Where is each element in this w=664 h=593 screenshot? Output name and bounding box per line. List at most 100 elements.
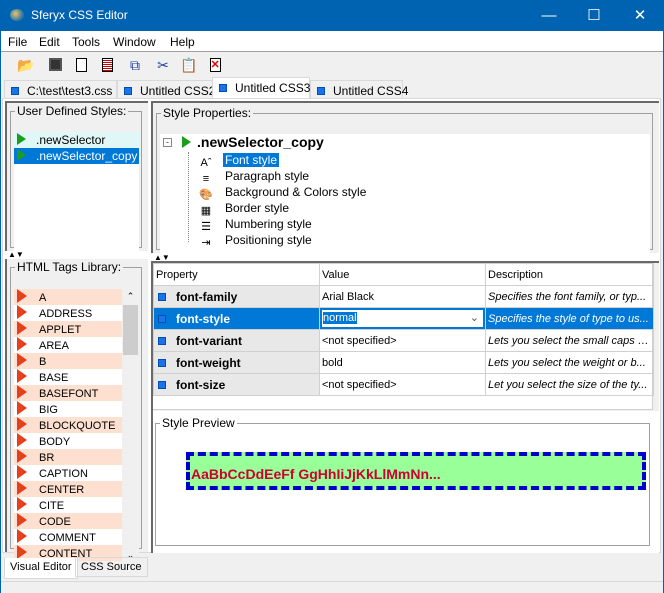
value-cell[interactable]: bold	[319, 351, 486, 374]
tag-label: CITE	[39, 500, 65, 512]
tree-root[interactable]: .newSelector_copy	[179, 134, 324, 150]
tag-arrow-icon	[17, 289, 27, 303]
tag-item[interactable]: ADDRESS	[14, 305, 122, 321]
copy-icon[interactable]: ⧉	[125, 55, 145, 75]
document-lines-icon[interactable]	[97, 55, 117, 75]
tag-item[interactable]: BIG	[14, 401, 122, 417]
toolbar: 📂 ⧉ ✂ 📋 ✕	[1, 52, 663, 77]
tree-item-label: Font style	[223, 153, 280, 167]
value-dropdown[interactable]: normal ⌄	[321, 309, 484, 328]
menu-file[interactable]: File	[8, 35, 27, 49]
tree-item[interactable]: ≡ Paragraph style	[197, 168, 368, 185]
title-bar: Sferyx CSS Editor — ☐ ✕	[0, 0, 664, 31]
property-cell[interactable]: font-variant	[153, 329, 320, 352]
open-folder-icon[interactable]: 📂	[16, 55, 36, 75]
maximize-button[interactable]: ☐	[571, 0, 617, 31]
tag-item[interactable]: CAPTION	[14, 465, 122, 481]
property-cell[interactable]: font-style	[153, 307, 320, 330]
menu-window[interactable]: Window	[113, 35, 156, 49]
collapse-icon[interactable]: -	[163, 138, 172, 147]
new-document-icon[interactable]	[71, 55, 91, 75]
tree-item[interactable]: Aˆ Font style	[197, 152, 368, 169]
properties-table-wrap: Property Value Description font-family Ar…	[153, 263, 654, 410]
tag-item[interactable]: BLOCKQUOTE	[14, 417, 122, 433]
property-cell[interactable]: font-weight	[153, 351, 320, 374]
tag-arrow-icon	[17, 337, 27, 351]
menu-bar: File Edit Tools Window Help	[1, 31, 663, 52]
description-cell: Lets you select the weight or b...	[485, 351, 654, 374]
table-row[interactable]: font-weight bold Lets you select the weigh…	[153, 351, 654, 374]
menu-edit[interactable]: Edit	[39, 35, 60, 49]
table-row[interactable]: font-size <not specified> Let you select t…	[153, 373, 654, 396]
close-button[interactable]: ✕	[617, 0, 663, 31]
delete-document-icon[interactable]: ✕	[205, 55, 225, 75]
group-title: HTML Tags Library:	[17, 260, 122, 274]
property-cell[interactable]: font-size	[153, 373, 320, 396]
scroll-thumb[interactable]	[123, 305, 138, 355]
tag-arrow-icon	[17, 529, 27, 543]
tab-untitled-css3[interactable]: Untitled CSS3	[212, 77, 310, 99]
tree-item[interactable]: ▦ Border style	[197, 200, 368, 217]
tag-item[interactable]: CENTER	[14, 481, 122, 497]
tag-item[interactable]: B	[14, 353, 122, 369]
paste-icon[interactable]: 📋	[179, 55, 199, 75]
style-item[interactable]: .newSelector	[14, 132, 139, 148]
app-logo-icon	[10, 9, 24, 21]
minimize-button[interactable]: —	[526, 0, 572, 31]
tree-item[interactable]: ⇥ Positioning style	[197, 232, 368, 249]
tag-arrow-icon	[17, 353, 27, 367]
tab-visual-editor[interactable]: Visual Editor	[4, 558, 78, 579]
tag-label: CODE	[39, 516, 71, 528]
tab-untitled-css2[interactable]: Untitled CSS2	[117, 80, 215, 99]
tab-css-source[interactable]: CSS Source	[75, 557, 148, 577]
tag-item[interactable]: BASEFONT	[14, 385, 122, 401]
tree-item[interactable]: ☰ Numbering style	[197, 216, 368, 233]
tag-item[interactable]: AREA	[14, 337, 122, 353]
tab-label: Untitled CSS3	[235, 81, 311, 95]
tag-label: CENTER	[39, 484, 85, 496]
group-title: User Defined Styles:	[17, 104, 127, 118]
play-icon	[17, 133, 26, 145]
tag-item[interactable]: A	[14, 289, 122, 305]
value-cell[interactable]: <not specified>	[319, 373, 486, 396]
tags-scrollbar[interactable]: ⌃ ⌄	[122, 289, 139, 561]
value-cell[interactable]: Arial Black	[319, 285, 486, 308]
column-header-description[interactable]: Description	[485, 263, 654, 286]
tree-item[interactable]: 🎨 Background & Colors style	[197, 184, 368, 201]
tree-item-label: Border style	[225, 201, 290, 215]
tab-label: C:\test\test3.css	[27, 84, 113, 98]
group-title: Style Preview	[162, 416, 235, 430]
cut-icon[interactable]: ✂	[153, 55, 173, 75]
play-icon	[182, 136, 191, 148]
property-icon	[158, 314, 166, 323]
window-title: Sferyx CSS Editor	[31, 8, 128, 22]
value-cell[interactable]: <not specified>	[319, 329, 486, 352]
property-cell[interactable]: font-family	[153, 285, 320, 308]
splitter-arrows[interactable]: ▲▼	[8, 251, 24, 259]
tag-item[interactable]: CITE	[14, 497, 122, 513]
tag-arrow-icon	[17, 417, 27, 431]
tag-item[interactable]: BODY	[14, 433, 122, 449]
tag-item[interactable]: BASE	[14, 369, 122, 385]
chevron-down-icon[interactable]: ⌄	[470, 310, 479, 327]
property-name: font-size	[176, 377, 226, 392]
menu-help[interactable]: Help	[170, 35, 195, 49]
tag-arrow-icon	[17, 513, 27, 527]
column-header-property[interactable]: Property	[153, 263, 320, 286]
table-row[interactable]: font-family Arial Black Specifies the font…	[153, 285, 654, 308]
tab-untitled-css4[interactable]: Untitled CSS4	[310, 80, 408, 99]
scroll-up-icon[interactable]: ⌃	[122, 289, 139, 303]
tag-arrow-icon	[17, 369, 27, 383]
tag-item[interactable]: COMMENT	[14, 529, 122, 545]
tag-label: B	[39, 356, 47, 368]
style-item-selected[interactable]: .newSelector_copy	[14, 148, 139, 164]
tag-item[interactable]: CODE	[14, 513, 122, 529]
table-row[interactable]: font-variant <not specified> Lets you sele…	[153, 329, 654, 352]
save-icon[interactable]	[45, 55, 65, 75]
tab-test3-css[interactable]: C:\test\test3.css	[4, 80, 117, 99]
tag-item[interactable]: BR	[14, 449, 122, 465]
table-row[interactable]: font-style normal ⌄ Specifies the style of …	[153, 307, 654, 330]
menu-tools[interactable]: Tools	[72, 35, 100, 49]
column-header-value[interactable]: Value	[319, 263, 486, 286]
tag-item[interactable]: APPLET	[14, 321, 122, 337]
